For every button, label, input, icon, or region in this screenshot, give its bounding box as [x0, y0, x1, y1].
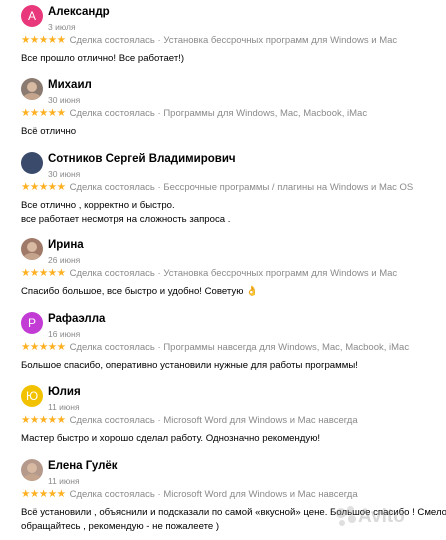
deal-item[interactable]: Установка бессрочных программ для Window… — [163, 268, 397, 279]
review-text: Мастер быстро и хорошо сделал работу. Од… — [21, 432, 320, 446]
deal-status: Сделка состоялась — [69, 35, 155, 46]
deal-status: Сделка состоялась — [69, 108, 155, 119]
avatar[interactable] — [21, 78, 43, 100]
rating-stars: ★★★★★ — [21, 181, 66, 193]
review-date: 16 июня — [48, 329, 81, 339]
avatar[interactable] — [21, 152, 43, 174]
rating-stars: ★★★★★ — [21, 267, 66, 279]
review-meta: ★★★★★ Сделка состоялась · Установка бесср… — [21, 34, 398, 46]
deal-item[interactable]: Установка бессрочных программ для Window… — [163, 35, 397, 46]
watermark: Avito — [358, 506, 405, 527]
deal-item[interactable]: Программы для Windows, Mac, Macbook, iMa… — [163, 108, 367, 119]
review-date: 11 июня — [48, 402, 80, 412]
avito-logo-icon — [336, 506, 356, 528]
review-text: Большое спасибо, оперативно установили н… — [21, 359, 358, 373]
deal-status: Сделка состоялась — [69, 489, 155, 500]
reviewer-name[interactable]: Александр — [48, 6, 110, 18]
review-text: Всё отлично — [21, 125, 76, 139]
rating-stars: ★★★★★ — [21, 414, 66, 426]
review-date: 26 июня — [48, 255, 81, 265]
review-date: 30 июня — [48, 95, 81, 105]
avatar[interactable] — [21, 238, 43, 260]
review-text: Все прошло отлично! Все работает!) — [21, 52, 184, 66]
review-meta: ★★★★★ Сделка состоялась · Установка бесср… — [21, 267, 398, 279]
reviewer-name[interactable]: Сотников Сергей Владимирович — [48, 153, 236, 165]
review-text: Спасибо большое, все быстро и удобно! Со… — [21, 285, 258, 299]
avatar[interactable]: А — [21, 5, 43, 27]
reviewer-name[interactable]: Рафаэлла — [48, 313, 105, 325]
deal-status: Сделка состоялась — [69, 415, 155, 426]
review-meta: ★★★★★ Сделка состоялась · Программы навсе… — [21, 341, 410, 353]
review-text-line: Всё отлично — [21, 126, 77, 137]
deal-item[interactable]: Microsoft Word для Windows и Mac навсегд… — [163, 489, 357, 500]
deal-item[interactable]: Программы навсегда для Windows, Mac, Mac… — [163, 342, 409, 353]
reviewer-name[interactable]: Елена Гулёк — [48, 460, 118, 472]
reviewer-name[interactable]: Юлия — [48, 386, 81, 398]
avatar[interactable]: Ю — [21, 385, 43, 407]
review-text-line: Мастер быстро и хорошо сделал работу. Од… — [21, 433, 321, 444]
review-meta: ★★★★★ Сделка состоялась · Microsoft Word … — [21, 414, 358, 426]
review-date: 3 июля — [48, 22, 76, 32]
deal-status: Сделка состоялась — [69, 342, 155, 353]
review-text-line: Большое спасибо, оперативно установили н… — [21, 360, 358, 371]
review-date: 11 июня — [48, 476, 80, 486]
rating-stars: ★★★★★ — [21, 34, 66, 46]
deal-status: Сделка состоялась — [69, 182, 155, 193]
review-text: Все отлично , корректно и быстро. все ра… — [21, 199, 230, 227]
review-text-line: Спасибо большое, все быстро и удобно! Со… — [21, 286, 258, 297]
reviewer-name[interactable]: Ирина — [48, 239, 84, 251]
deal-status: Сделка состоялась — [69, 268, 155, 279]
rating-stars: ★★★★★ — [21, 488, 66, 500]
avatar[interactable] — [21, 459, 43, 481]
reviewer-name[interactable]: Михаил — [48, 79, 92, 91]
review-meta: ★★★★★ Сделка состоялась · Microsoft Word … — [21, 488, 358, 500]
avatar[interactable]: Р — [21, 312, 43, 334]
rating-stars: ★★★★★ — [21, 341, 66, 353]
review-text-line: Все прошло отлично! Все работает!) — [21, 53, 185, 64]
review-meta: ★★★★★ Сделка состоялась · Программы для W… — [21, 107, 368, 119]
review-meta: ★★★★★ Сделка состоялась · Бессрочные прог… — [21, 181, 414, 193]
review-text-line: Все отлично , корректно и быстро. — [21, 200, 175, 211]
rating-stars: ★★★★★ — [21, 107, 66, 119]
review-date: 30 июня — [48, 169, 81, 179]
deal-item[interactable]: Бессрочные программы / плагины на Window… — [163, 182, 413, 193]
review-text-line: все работает несмотря на сложность запро… — [21, 214, 231, 225]
deal-item[interactable]: Microsoft Word для Windows и Mac навсегд… — [163, 415, 357, 426]
